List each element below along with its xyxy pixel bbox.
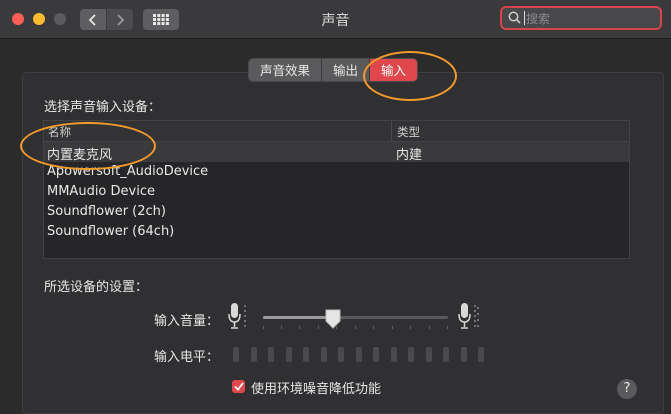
device-type: 内建 [396,148,423,163]
level-bar [268,347,274,362]
help-button[interactable]: ? [617,379,637,399]
input-level-label: 输入电平： [154,350,220,365]
table-row[interactable]: MMAudio Device [44,182,629,202]
level-bar [303,347,309,362]
input-level-meter [233,347,484,362]
title-bar: 声音 搜索 [0,0,671,39]
input-volume-label: 输入音量： [154,314,220,329]
annotation-oval-input-tab [363,51,457,101]
table-row[interactable]: Soundflower (2ch) [44,202,629,222]
level-bar [478,347,484,362]
checkmark-icon [233,382,244,391]
level-bar [355,347,362,362]
microphone-high-icon [458,303,479,329]
column-header-type[interactable]: 类型 [397,124,420,140]
noise-reduction-label: 使用环境噪音降低功能 [251,382,382,397]
level-bar [373,347,379,362]
text-caret [524,11,525,25]
microphone-low-icon [228,303,246,329]
level-bar [443,347,449,362]
slider-fill [263,316,334,319]
level-bar [408,347,414,362]
level-bar [390,347,397,362]
annotation-oval-name-column [20,122,156,170]
level-bar [338,347,344,362]
level-bar [425,347,432,362]
slider-ticks [263,326,448,329]
noise-reduction-checkbox[interactable] [232,380,245,393]
level-bar [233,347,239,362]
input-volume-slider[interactable] [263,316,448,319]
input-device-heading: 选择声音输入设备： [44,100,162,115]
device-name: Soundflower (64ch) [47,224,175,239]
device-settings-heading: 所选设备的设置： [44,280,149,295]
column-divider [391,121,392,141]
level-bar [460,347,467,362]
table-row[interactable]: Soundflower (64ch) [44,222,629,242]
level-bar [320,347,327,362]
search-field[interactable]: 搜索 [500,6,662,30]
search-icon [508,11,521,24]
device-name: MMAudio Device [47,184,155,199]
level-bar [285,347,292,362]
search-placeholder: 搜索 [526,12,551,26]
level-bar [250,347,257,362]
device-name: Soundflower (2ch) [47,204,166,219]
table-row[interactable]: Apowersoft_AudioDevice [44,162,629,182]
tab-sound-effects[interactable]: 声音效果 [249,59,323,81]
